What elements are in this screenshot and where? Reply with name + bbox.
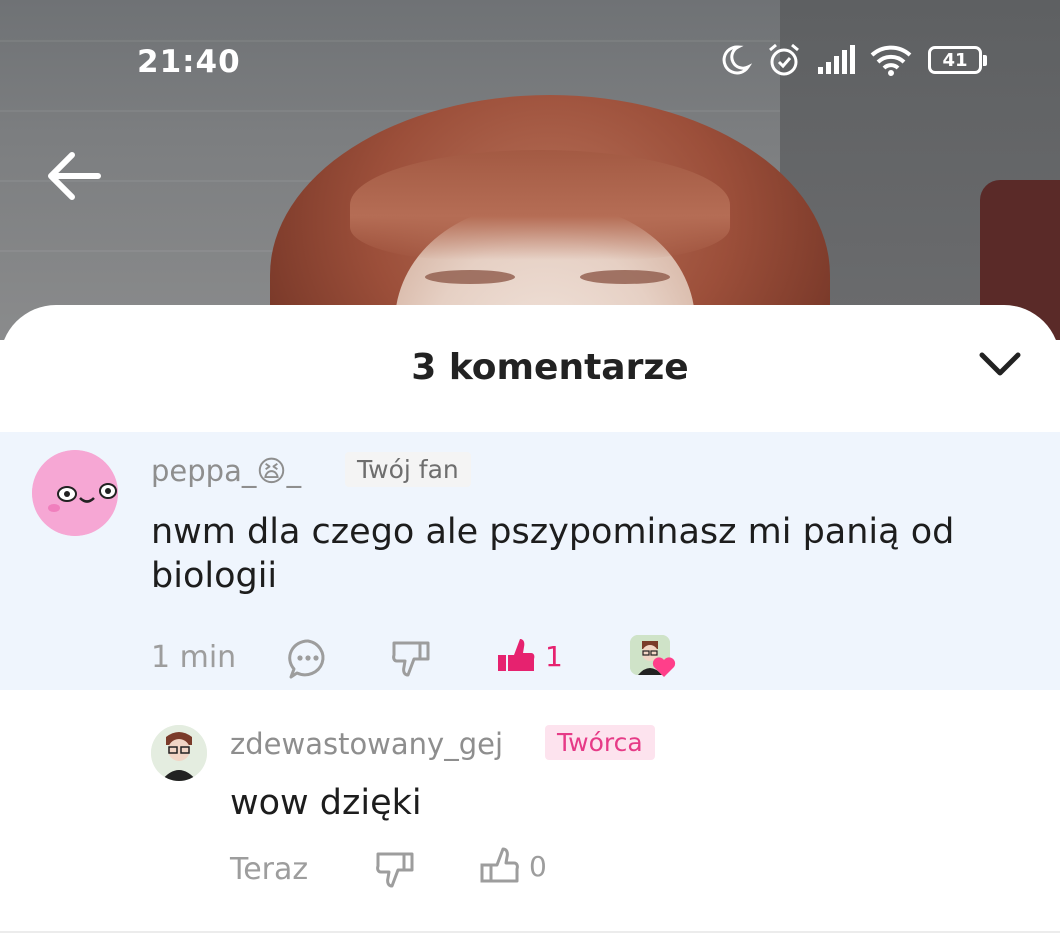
reply-text: wow dzięki xyxy=(230,783,422,823)
comment-time: 1 min xyxy=(151,640,237,675)
comment-text-line2: biologii xyxy=(151,556,278,596)
like-count: 1 xyxy=(545,640,563,673)
comment-username[interactable]: peppa_😫_ xyxy=(151,454,301,488)
comments-title: 3 komentarze xyxy=(411,347,689,388)
comment-item: peppa_😫_ Twój fan nwm dla czego ale pszy… xyxy=(0,432,1060,690)
battery-icon: 41 xyxy=(928,46,987,74)
wifi-icon xyxy=(870,45,912,76)
reply-icon[interactable] xyxy=(287,638,329,680)
chevron-down-icon[interactable] xyxy=(978,349,1022,379)
dislike-icon[interactable] xyxy=(374,848,416,890)
divider xyxy=(0,931,1060,933)
heart-icon xyxy=(652,657,676,677)
avatar[interactable] xyxy=(151,725,207,781)
status-time: 21:40 xyxy=(137,44,241,80)
status-bar: 21:40 41 xyxy=(0,0,1060,120)
moon-icon xyxy=(722,45,752,75)
avatar[interactable] xyxy=(32,450,118,536)
alarm-icon xyxy=(769,43,799,76)
creator-badge: Twórca xyxy=(545,725,655,760)
like-icon[interactable] xyxy=(496,635,538,677)
dislike-icon[interactable] xyxy=(390,637,432,679)
comments-sheet: 3 komentarze peppa_😫_ Twój fan nwm dla c… xyxy=(0,305,1060,938)
like-count: 0 xyxy=(529,850,547,883)
comment-text-line1: nwm dla czego ale pszypominasz mi panią … xyxy=(151,512,955,552)
reply-username[interactable]: zdewastowany_gej xyxy=(230,727,503,761)
reply-time: Teraz xyxy=(230,852,309,887)
like-icon[interactable] xyxy=(479,845,521,887)
arrow-left-icon[interactable] xyxy=(46,150,102,202)
signal-icon xyxy=(818,45,855,74)
fan-badge: Twój fan xyxy=(345,452,471,487)
